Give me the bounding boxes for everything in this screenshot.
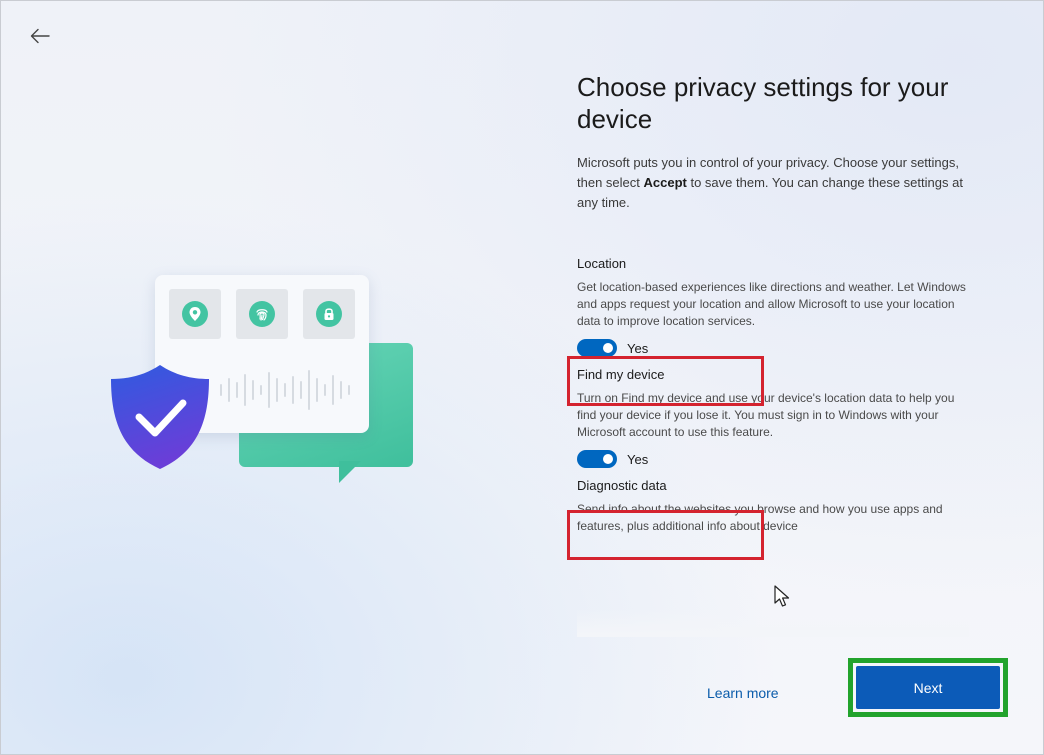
mouse-cursor-icon (774, 585, 790, 607)
find-my-device-toggle[interactable] (577, 450, 617, 468)
learn-more-link[interactable]: Learn more (707, 682, 827, 704)
setting-location: Location Get location-based experiences … (577, 255, 969, 361)
location-pin-icon (189, 307, 201, 321)
location-toggle[interactable] (577, 339, 617, 357)
lock-tile (303, 289, 355, 339)
setting-diagnostic-data: Diagnostic data Send info about the webs… (577, 477, 969, 535)
arrow-left-icon (30, 28, 50, 44)
page-title: Choose privacy settings for your device (577, 72, 949, 134)
location-pin-tile (169, 289, 221, 339)
fingerprint-tile (236, 289, 288, 339)
setting-title: Location (577, 256, 627, 271)
intro-text: Microsoft puts you in control of your pr… (577, 153, 987, 213)
find-my-device-toggle-row: Yes (577, 446, 969, 472)
toggle-knob (603, 343, 613, 353)
audio-wave-icon (220, 370, 350, 410)
toggle-label: Yes (627, 340, 649, 356)
fingerprint-icon (256, 309, 268, 321)
setting-description: Turn on Find my device and use your devi… (577, 391, 955, 439)
scroll-fade (577, 609, 969, 637)
privacy-header: Choose privacy settings for your device … (577, 71, 987, 213)
next-button[interactable]: Next (856, 666, 1000, 709)
lock-icon (324, 308, 334, 320)
intro-accept-word: Accept (643, 175, 687, 190)
shield-check-icon (111, 365, 209, 469)
setting-title: Find my device (577, 367, 665, 382)
setting-description: Get location-based experiences like dire… (577, 280, 966, 328)
back-button[interactable] (23, 19, 57, 53)
privacy-illustration (101, 269, 431, 499)
toggle-knob (603, 454, 613, 464)
chat-bubble-tail (339, 461, 361, 483)
setting-title: Diagnostic data (577, 478, 667, 493)
setting-find-my-device: Find my device Turn on Find my device an… (577, 366, 969, 472)
toggle-label: Yes (627, 451, 649, 467)
oobe-window: Choose privacy settings for your device … (0, 0, 1044, 755)
setting-description: Send info about the websites you browse … (577, 502, 943, 533)
location-toggle-row: Yes (577, 335, 969, 361)
settings-scroll-area[interactable]: Location Get location-based experiences … (577, 255, 969, 637)
